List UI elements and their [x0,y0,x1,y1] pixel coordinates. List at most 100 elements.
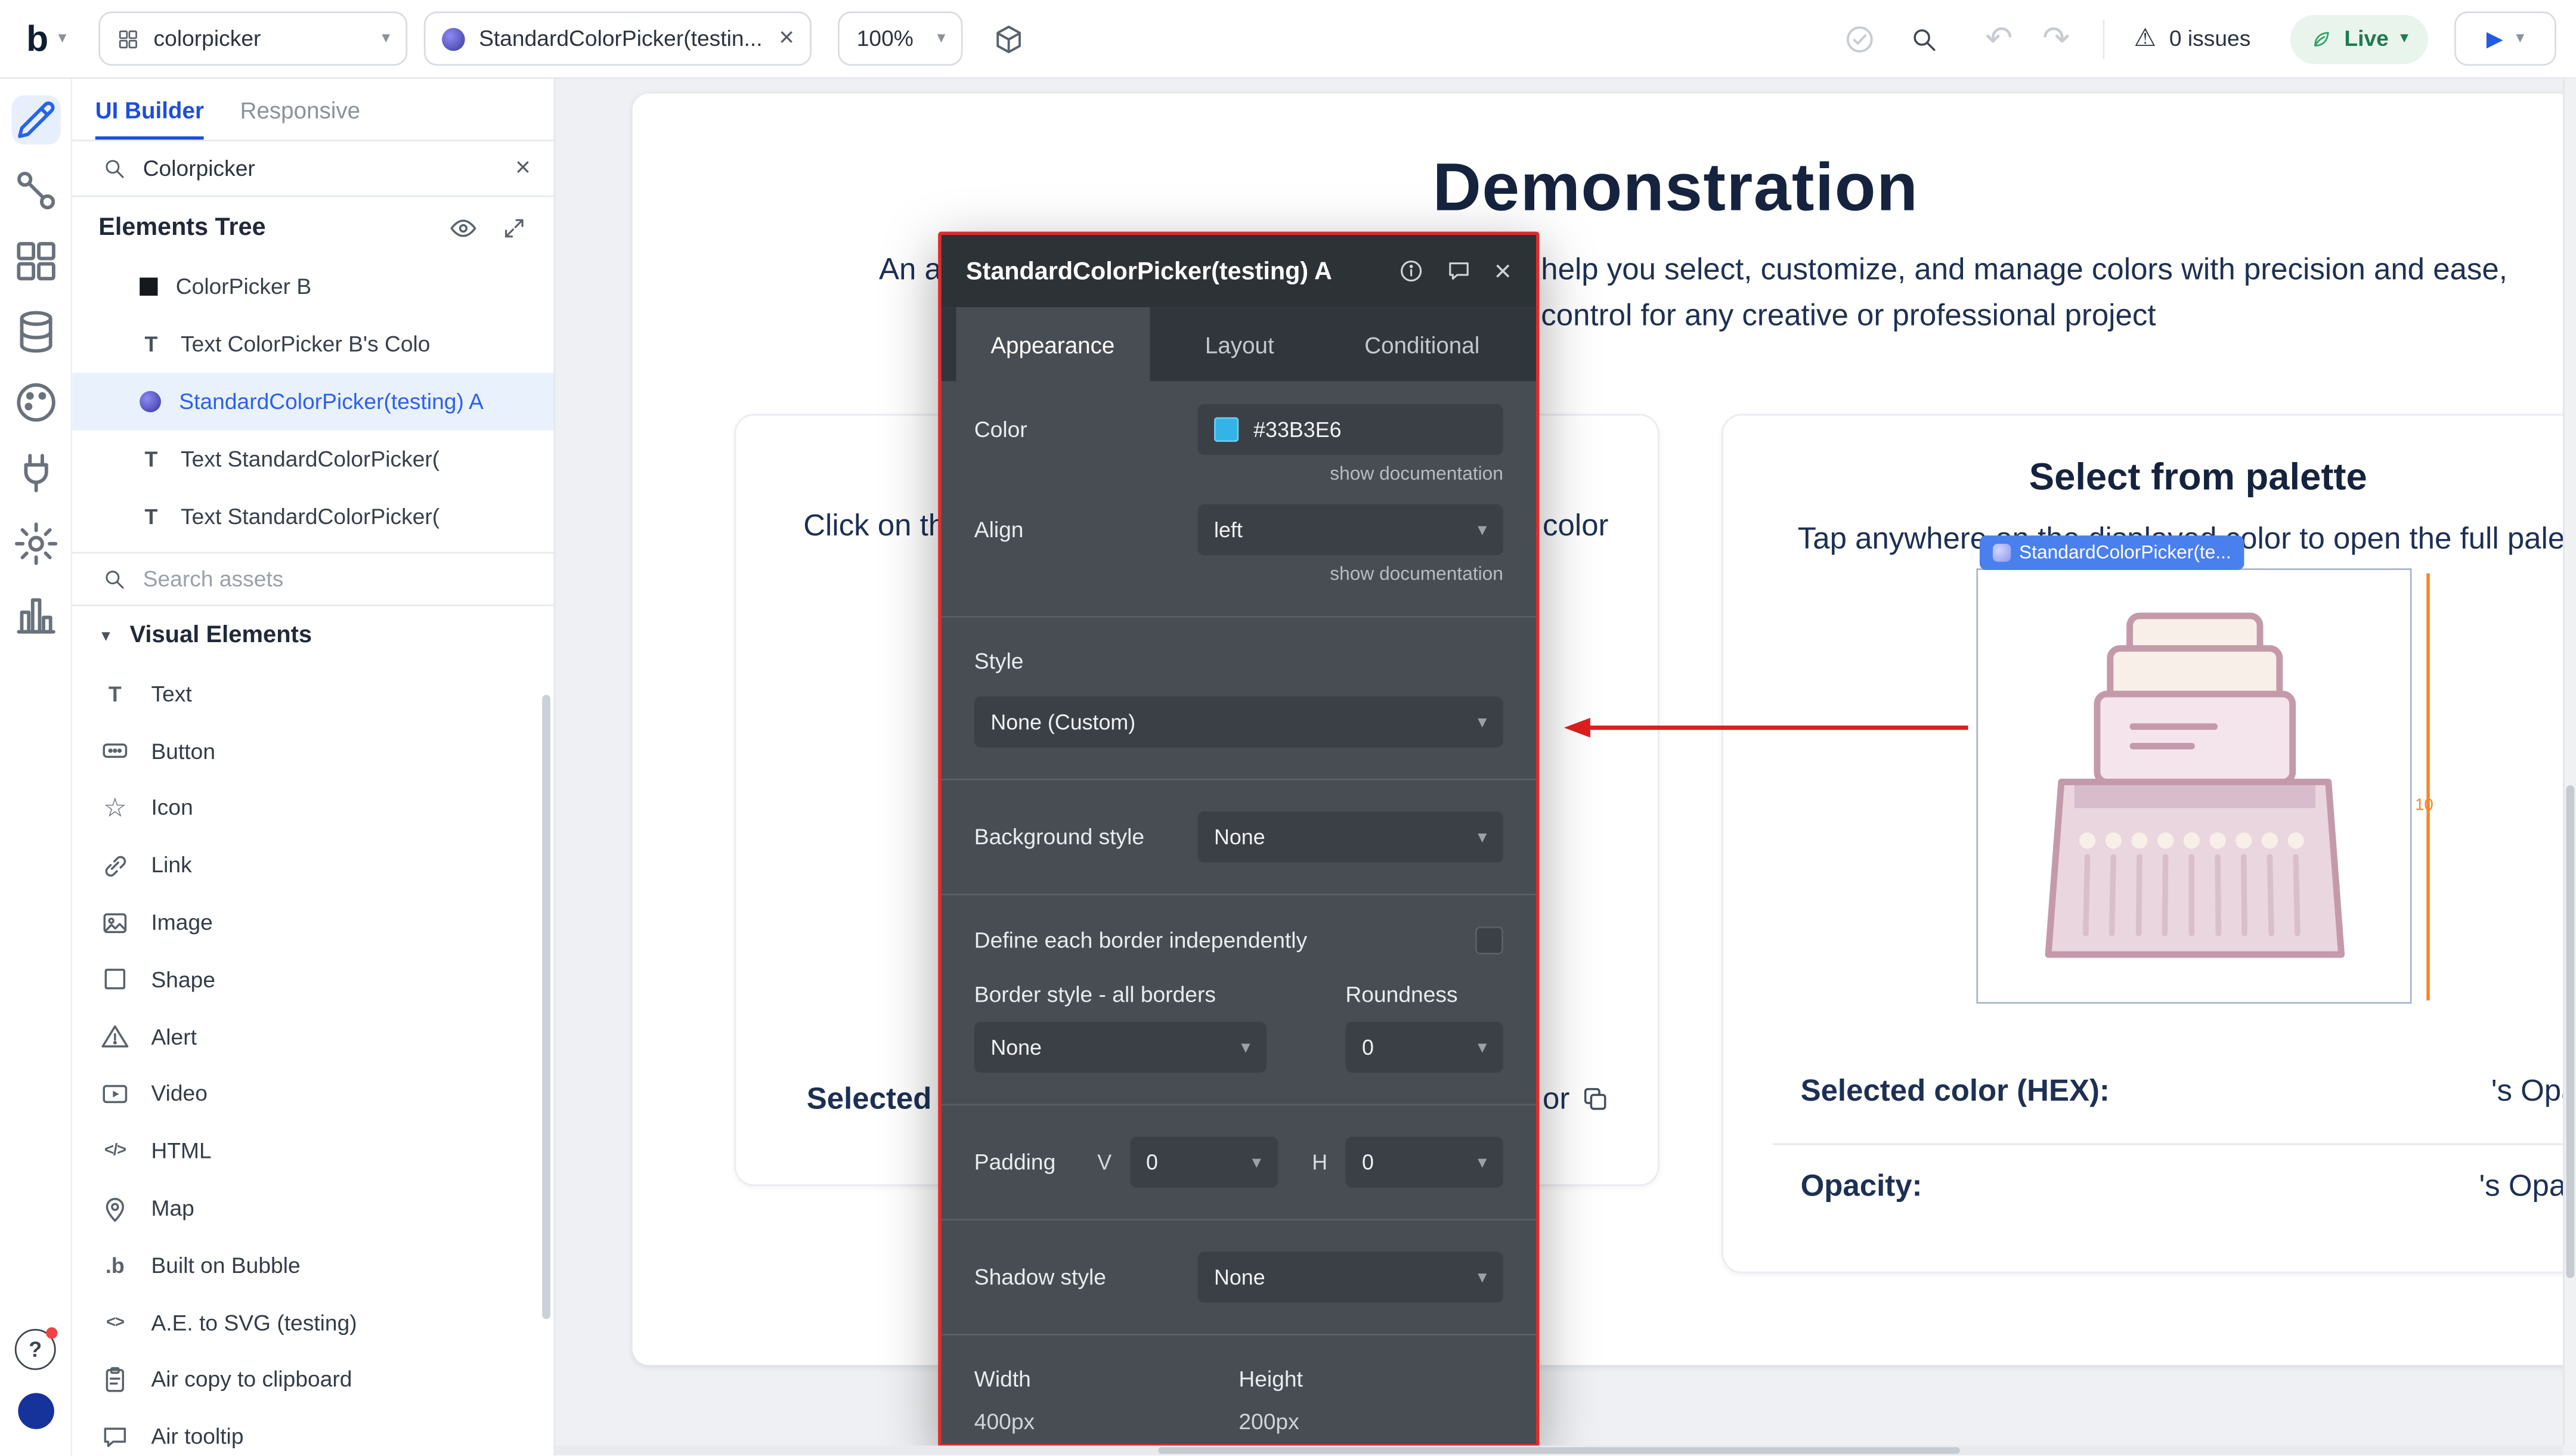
undo-icon[interactable]: ↶ [1985,22,2012,55]
link-icon [98,851,131,881]
style-dropdown[interactable]: None (Custom) ▾ [974,696,1503,747]
width-value[interactable]: 400px [974,1409,1239,1434]
tree-item-colorpicker-b[interactable]: ColorPicker B [72,258,553,315]
alert-icon [98,1022,131,1052]
tab-ui-builder[interactable]: UI Builder [95,79,204,140]
zoom-selector[interactable]: 100% ▾ [838,11,963,66]
styles-palette-icon[interactable] [11,378,60,427]
bubble-logo: b [26,20,48,57]
text-icon: T [140,504,163,529]
vertical-scrollbar[interactable] [2563,79,2576,1445]
copy-icon[interactable] [1581,1084,1611,1114]
padding-h-dropdown[interactable]: 0 ▾ [1345,1137,1503,1188]
roundness-dropdown[interactable]: 0 ▾ [1345,1022,1503,1073]
element-item-button[interactable]: Button [72,723,553,780]
database-icon[interactable] [11,307,60,357]
chevron-down-icon: ▾ [937,30,946,47]
tab-layout[interactable]: Layout [1171,307,1309,381]
color-swatch[interactable] [1214,417,1239,442]
align-dropdown[interactable]: left ▾ [1197,504,1503,555]
preview-run-button[interactable]: ▶ ▾ [2454,11,2556,66]
show-documentation-link[interactable]: show documentation [942,555,1536,585]
tree-item-standardcolorpicker[interactable]: StandardColorPicker(testing) A [72,373,553,430]
design-pencil-icon[interactable] [11,95,60,145]
selected-element-badge[interactable]: StandardColorPicker(te... [1980,535,2244,570]
components-grid-icon[interactable] [11,237,60,286]
bubble-logo-menu[interactable]: b ▾ [26,20,66,57]
plugin-icon [442,27,466,50]
background-style-dropdown[interactable]: None ▾ [1197,811,1503,862]
chevron-down-icon: ▾ [2516,30,2524,47]
environment-selector[interactable]: Live ▾ [2290,14,2428,63]
element-item-air-copy[interactable]: Air copy to clipboard [72,1351,553,1408]
element-item-air-tooltip[interactable]: Air tooltip [72,1408,553,1455]
tab-conditional[interactable]: Conditional [1330,307,1514,381]
clear-search-icon[interactable]: × [515,155,531,181]
workflow-icon[interactable] [11,166,60,215]
close-tab-icon[interactable]: × [779,26,794,52]
element-item-video[interactable]: Video [72,1065,553,1123]
elements-tree-header: Elements Tree [72,197,553,258]
show-documentation-link[interactable]: show documentation [942,455,1536,485]
color-input[interactable]: #33B3E6 [1197,404,1503,455]
tab-title: StandardColorPicker(testin... [479,26,766,51]
color-label: Color [974,417,1027,442]
environment-label: Live [2344,26,2388,51]
border-style-dropdown[interactable]: None ▾ [974,1022,1267,1073]
visual-elements-section[interactable]: ▼ Visual Elements [72,606,553,665]
user-avatar[interactable] [17,1393,54,1429]
element-item-html[interactable]: </> HTML [72,1123,553,1180]
issues-indicator[interactable]: ⚠ 0 issues [2134,26,2251,51]
check-circle-icon[interactable] [1844,22,1877,55]
tab-responsive[interactable]: Responsive [240,79,361,140]
tree-item-text-standard-2[interactable]: T Text StandardColorPicker( [72,488,553,545]
padding-h-value: 0 [1362,1150,1374,1175]
left-icon-rail: ? [0,79,72,1455]
help-button[interactable]: ? [15,1329,56,1370]
open-element-tab[interactable]: StandardColorPicker(testin... × [425,11,812,66]
tab-appearance[interactable]: Appearance [956,307,1149,381]
component-library-icon[interactable] [993,22,1026,55]
tree-item-text-colorpicker[interactable]: T Text ColorPicker B's Colo [72,315,553,373]
padding-v-dropdown[interactable]: 0 ▾ [1129,1137,1277,1188]
app-selector[interactable]: colorpicker ▾ [100,11,408,66]
info-icon[interactable] [1399,258,1425,284]
element-item-image[interactable]: Image [72,894,553,951]
expand-icon[interactable] [501,215,527,241]
tree-item-text-standard-1[interactable]: T Text StandardColorPicker( [72,430,553,488]
element-item-map[interactable]: Map [72,1180,553,1237]
panel-scrollbar[interactable] [542,695,550,1319]
scrollbar-thumb[interactable] [1157,1447,1961,1454]
redo-icon[interactable]: ↷ [2042,22,2070,55]
zoom-level: 100% [857,26,914,51]
element-item-alert[interactable]: Alert [72,1008,553,1065]
inspector-header[interactable]: StandardColorPicker(testing) A × [942,235,1536,307]
element-item-link[interactable]: Link [72,837,553,894]
comment-icon[interactable] [1447,258,1473,284]
search-icon[interactable] [1910,24,1940,54]
badge-label: StandardColorPicker(te... [2019,543,2231,563]
settings-gear-icon[interactable] [11,519,60,569]
element-item-built-on-bubble[interactable]: .b Built on Bubble [72,1237,553,1294]
shadow-style-dropdown[interactable]: None ▾ [1197,1251,1503,1302]
element-item-shape[interactable]: Shape [72,951,553,1008]
search-input[interactable]: Colorpicker [143,156,499,181]
height-value[interactable]: 200px [1239,1409,1503,1434]
plugins-icon[interactable] [11,448,60,498]
close-icon[interactable]: × [1494,256,1512,286]
logs-chart-icon[interactable] [11,590,60,639]
colorpicker-element[interactable] [1976,568,2411,1003]
square-icon [140,278,157,296]
element-label: Map [151,1196,194,1220]
elements-search[interactable]: Colorpicker × [72,141,553,197]
scrollbar-thumb[interactable] [2566,785,2574,1278]
chevron-down-icon: ▾ [1478,1266,1487,1288]
element-item-ae-to-svg[interactable]: <> A.E. to SVG (testing) [72,1294,553,1351]
border-fields-row: None ▾ 0 ▾ [942,1022,1536,1073]
element-item-icon[interactable]: ☆ Icon [72,780,553,837]
eye-icon[interactable] [448,213,478,243]
horizontal-scrollbar[interactable] [555,1445,2563,1455]
element-item-text[interactable]: T Text [72,665,553,723]
border-independent-checkbox[interactable] [1475,927,1503,955]
assets-search[interactable]: Search assets [72,552,553,606]
